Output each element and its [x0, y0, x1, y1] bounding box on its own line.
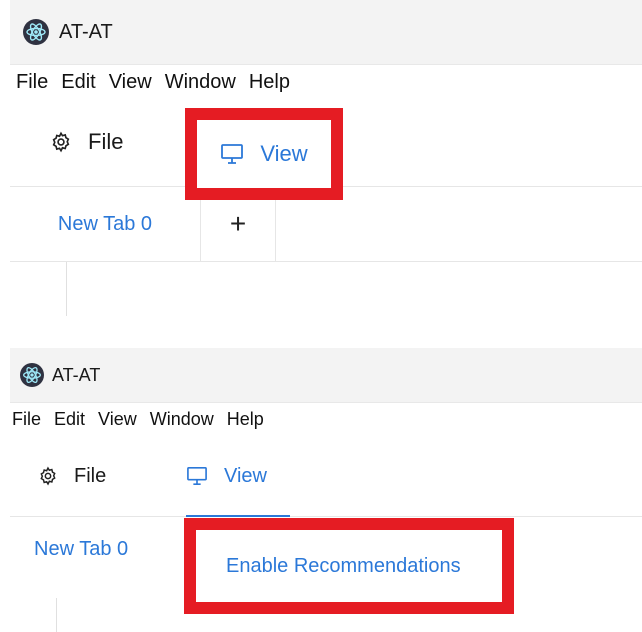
view-dropdown-menu: Enable Recommendations [184, 518, 514, 614]
menu-edit[interactable]: Edit [54, 409, 85, 430]
gear-icon [40, 466, 56, 486]
menu-bar: File Edit View Window Help [10, 66, 642, 98]
menu-file[interactable]: File [16, 71, 48, 94]
view-button-label: View [224, 464, 267, 487]
tab-label: New Tab 0 [57, 212, 153, 235]
menu-help[interactable]: Help [249, 71, 290, 94]
window-title: AT-AT [59, 20, 113, 43]
menu-window[interactable]: Window [165, 71, 236, 94]
tab-new-tab-0[interactable]: New Tab 0 [10, 187, 201, 261]
file-button-label: File [88, 129, 124, 154]
menu-file[interactable]: File [12, 409, 41, 430]
menu-view[interactable]: View [98, 409, 137, 430]
view-button-label: View [260, 141, 308, 166]
enable-recommendations-item[interactable]: Enable Recommendations [226, 555, 461, 578]
active-tab-underline [186, 515, 290, 517]
menu-window[interactable]: Window [150, 409, 214, 430]
sidebar-edge [10, 598, 57, 632]
monitor-icon [187, 467, 207, 485]
view-button[interactable]: View [186, 436, 267, 516]
tab-new-tab-0[interactable]: New Tab 0 [34, 538, 128, 561]
menu-help[interactable]: Help [227, 409, 264, 430]
gear-icon [52, 131, 70, 153]
app-window-after: AT-AT File Edit View Window Help File Vi… [10, 348, 642, 632]
view-button[interactable]: View [185, 108, 343, 200]
electron-logo-icon [23, 19, 49, 45]
sidebar-edge [10, 262, 67, 316]
menu-edit[interactable]: Edit [61, 71, 95, 94]
file-button[interactable]: File [50, 98, 123, 186]
title-bar: AT-AT [10, 0, 642, 65]
tab-label: New Tab 0 [34, 538, 129, 560]
monitor-icon [221, 144, 244, 164]
app-window-before: AT-AT File Edit View Window Help File Vi… [10, 0, 642, 316]
menu-view[interactable]: View [109, 71, 152, 94]
file-button[interactable]: File [38, 436, 106, 516]
file-button-label: File [74, 464, 107, 487]
electron-logo-icon [20, 363, 44, 387]
title-bar: AT-AT [10, 348, 642, 403]
ribbon-toolbar: File View [10, 436, 642, 517]
plus-icon: + [229, 208, 247, 239]
window-title: AT-AT [52, 364, 101, 385]
ribbon-toolbar: File View [10, 98, 642, 200]
menu-bar: File Edit View Window Help [10, 404, 642, 434]
